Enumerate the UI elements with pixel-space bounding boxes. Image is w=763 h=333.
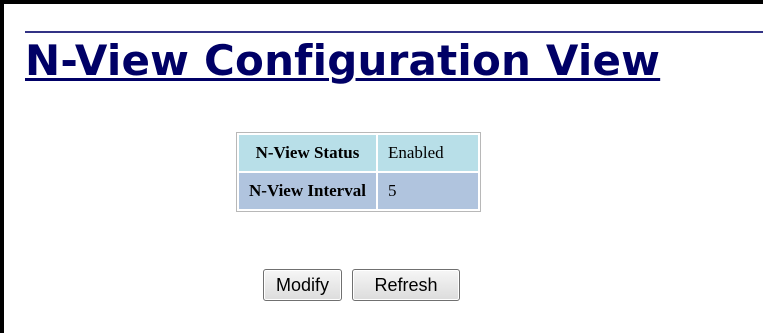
nview-status-label: N-View Status — [239, 135, 376, 171]
nview-interval-label: N-View Interval — [239, 173, 376, 209]
nview-settings-table: N-View Status Enabled N-View Interval 5 — [236, 132, 481, 212]
nview-status-value: Enabled — [377, 135, 478, 171]
action-buttons: Modify Refresh — [263, 269, 460, 301]
refresh-button[interactable]: Refresh — [352, 269, 460, 301]
title-divider — [25, 31, 763, 33]
page-frame: N-View Configuration View N-View Status … — [0, 0, 763, 333]
table-row-nview-status: N-View Status Enabled — [239, 135, 478, 171]
modify-button[interactable]: Modify — [263, 269, 342, 301]
table-row-nview-interval: N-View Interval 5 — [239, 173, 478, 209]
nview-interval-value: 5 — [377, 173, 478, 209]
page-title: N-View Configuration View — [25, 36, 661, 85]
